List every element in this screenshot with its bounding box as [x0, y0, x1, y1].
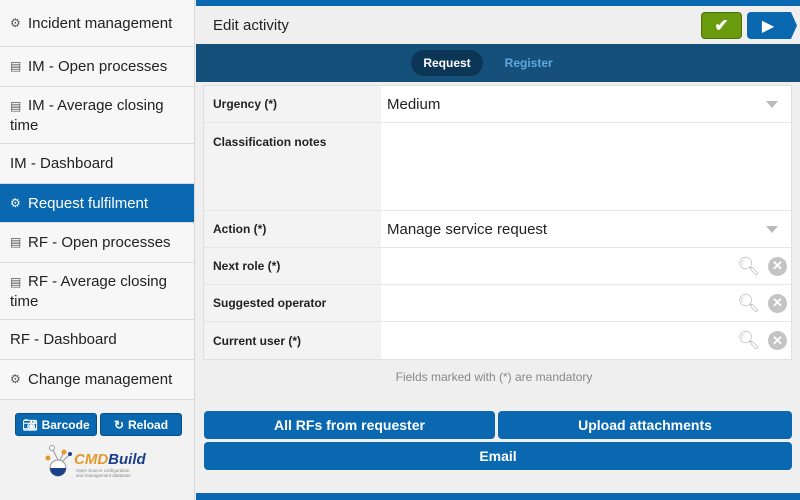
clear-icon[interactable]: ✕ — [768, 293, 787, 313]
check-icon: ✔ — [714, 15, 729, 35]
chevron-down-icon — [766, 101, 778, 108]
urgency-select[interactable]: Medium — [381, 86, 791, 122]
sidebar-item-request-fulfilment[interactable]: ⚙ Request fulfilment — [0, 184, 194, 223]
sidebar-item-im-average-closing-time[interactable]: ▤ IM - Average closing time — [0, 87, 194, 144]
gear-icon: ⚙ — [10, 195, 21, 210]
sidebar-item-rf-open-processes[interactable]: ▤ RF - Open processes — [0, 223, 194, 263]
email-button[interactable]: Email — [204, 442, 792, 470]
suggested-operator-label: Suggested operator — [204, 285, 381, 321]
play-icon: ▶ — [761, 17, 775, 35]
sidebar-item-rf-average-closing-time[interactable]: ▤ RF - Average closing time — [0, 263, 194, 320]
svg-text:CMDBuild: CMDBuild — [74, 451, 147, 468]
clear-icon[interactable]: ✕ — [768, 256, 787, 276]
urgency-label: Urgency (*) — [204, 86, 381, 122]
sidebar-item-im-open-processes[interactable]: ▤ IM - Open processes — [0, 47, 194, 87]
activity-form: Urgency (*) Medium Classification notes A… — [203, 85, 792, 360]
reload-icon: ↻ — [113, 417, 125, 432]
svg-text:and management database: and management database — [76, 473, 131, 478]
advance-button[interactable]: ▶ — [747, 12, 797, 39]
sidebar-item-rf-dashboard[interactable]: RF - Dashboard — [0, 320, 194, 360]
clear-icon[interactable]: ✕ — [768, 331, 787, 350]
cmdbuild-logo: CMDBuild Open Source configuration and m… — [44, 444, 154, 480]
next-role-field[interactable]: 🔍︎ ✕ — [381, 248, 791, 284]
page-title: Edit activity — [213, 16, 289, 34]
current-user-label: Current user (*) — [204, 322, 381, 359]
report-icon: ▤ — [10, 274, 22, 289]
report-icon: ▤ — [10, 59, 22, 73]
save-button[interactable]: ✔ — [701, 12, 742, 39]
sidebar-item-change-management[interactable]: ⚙ Change management — [0, 360, 194, 400]
classification-notes-textarea[interactable] — [381, 123, 791, 210]
main-panel: Edit activity ✔ ▶ Request Register Urgen… — [196, 0, 800, 500]
tab-bar: Request Register — [196, 44, 800, 82]
report-icon: ▤ — [10, 235, 22, 249]
search-icon[interactable]: 🔍︎ — [737, 330, 760, 351]
reload-button[interactable]: ↻ Reload — [100, 413, 182, 436]
tab-register[interactable]: Register — [493, 50, 565, 76]
action-label: Action (*) — [204, 211, 381, 247]
action-select[interactable]: Manage service request — [381, 211, 791, 247]
gear-icon: ⚙ — [10, 372, 21, 386]
chevron-down-icon — [766, 226, 778, 233]
next-role-label: Next role (*) — [204, 248, 381, 284]
sidebar-item-im-dashboard[interactable]: IM - Dashboard — [0, 144, 194, 184]
tab-request[interactable]: Request — [411, 50, 483, 76]
suggested-operator-field[interactable]: 🔍︎ ✕ — [381, 285, 791, 321]
sidebar-item-incident-management[interactable]: ⚙ Incident management — [0, 0, 194, 47]
mandatory-note: Fields marked with (*) are mandatory — [395, 370, 593, 384]
all-rfs-from-requester-button[interactable]: All RFs from requester — [204, 411, 495, 439]
report-icon: ▤ — [10, 98, 22, 113]
bottom-bar — [196, 493, 800, 500]
gear-icon: ⚙ — [10, 15, 21, 30]
upload-attachments-button[interactable]: Upload attachments — [498, 411, 792, 439]
sidebar: ⚙ Incident management ▤ IM - Open processe… — [0, 0, 195, 500]
current-user-field[interactable]: 🔍︎ ✕ — [381, 322, 791, 359]
classification-notes-label: Classification notes — [204, 123, 381, 210]
barcode-button[interactable]: 📷︎ Barcode — [15, 413, 97, 436]
search-icon[interactable]: 🔍︎ — [737, 256, 760, 277]
camera-icon: 📷︎ — [22, 417, 38, 432]
search-icon[interactable]: 🔍︎ — [737, 293, 760, 314]
